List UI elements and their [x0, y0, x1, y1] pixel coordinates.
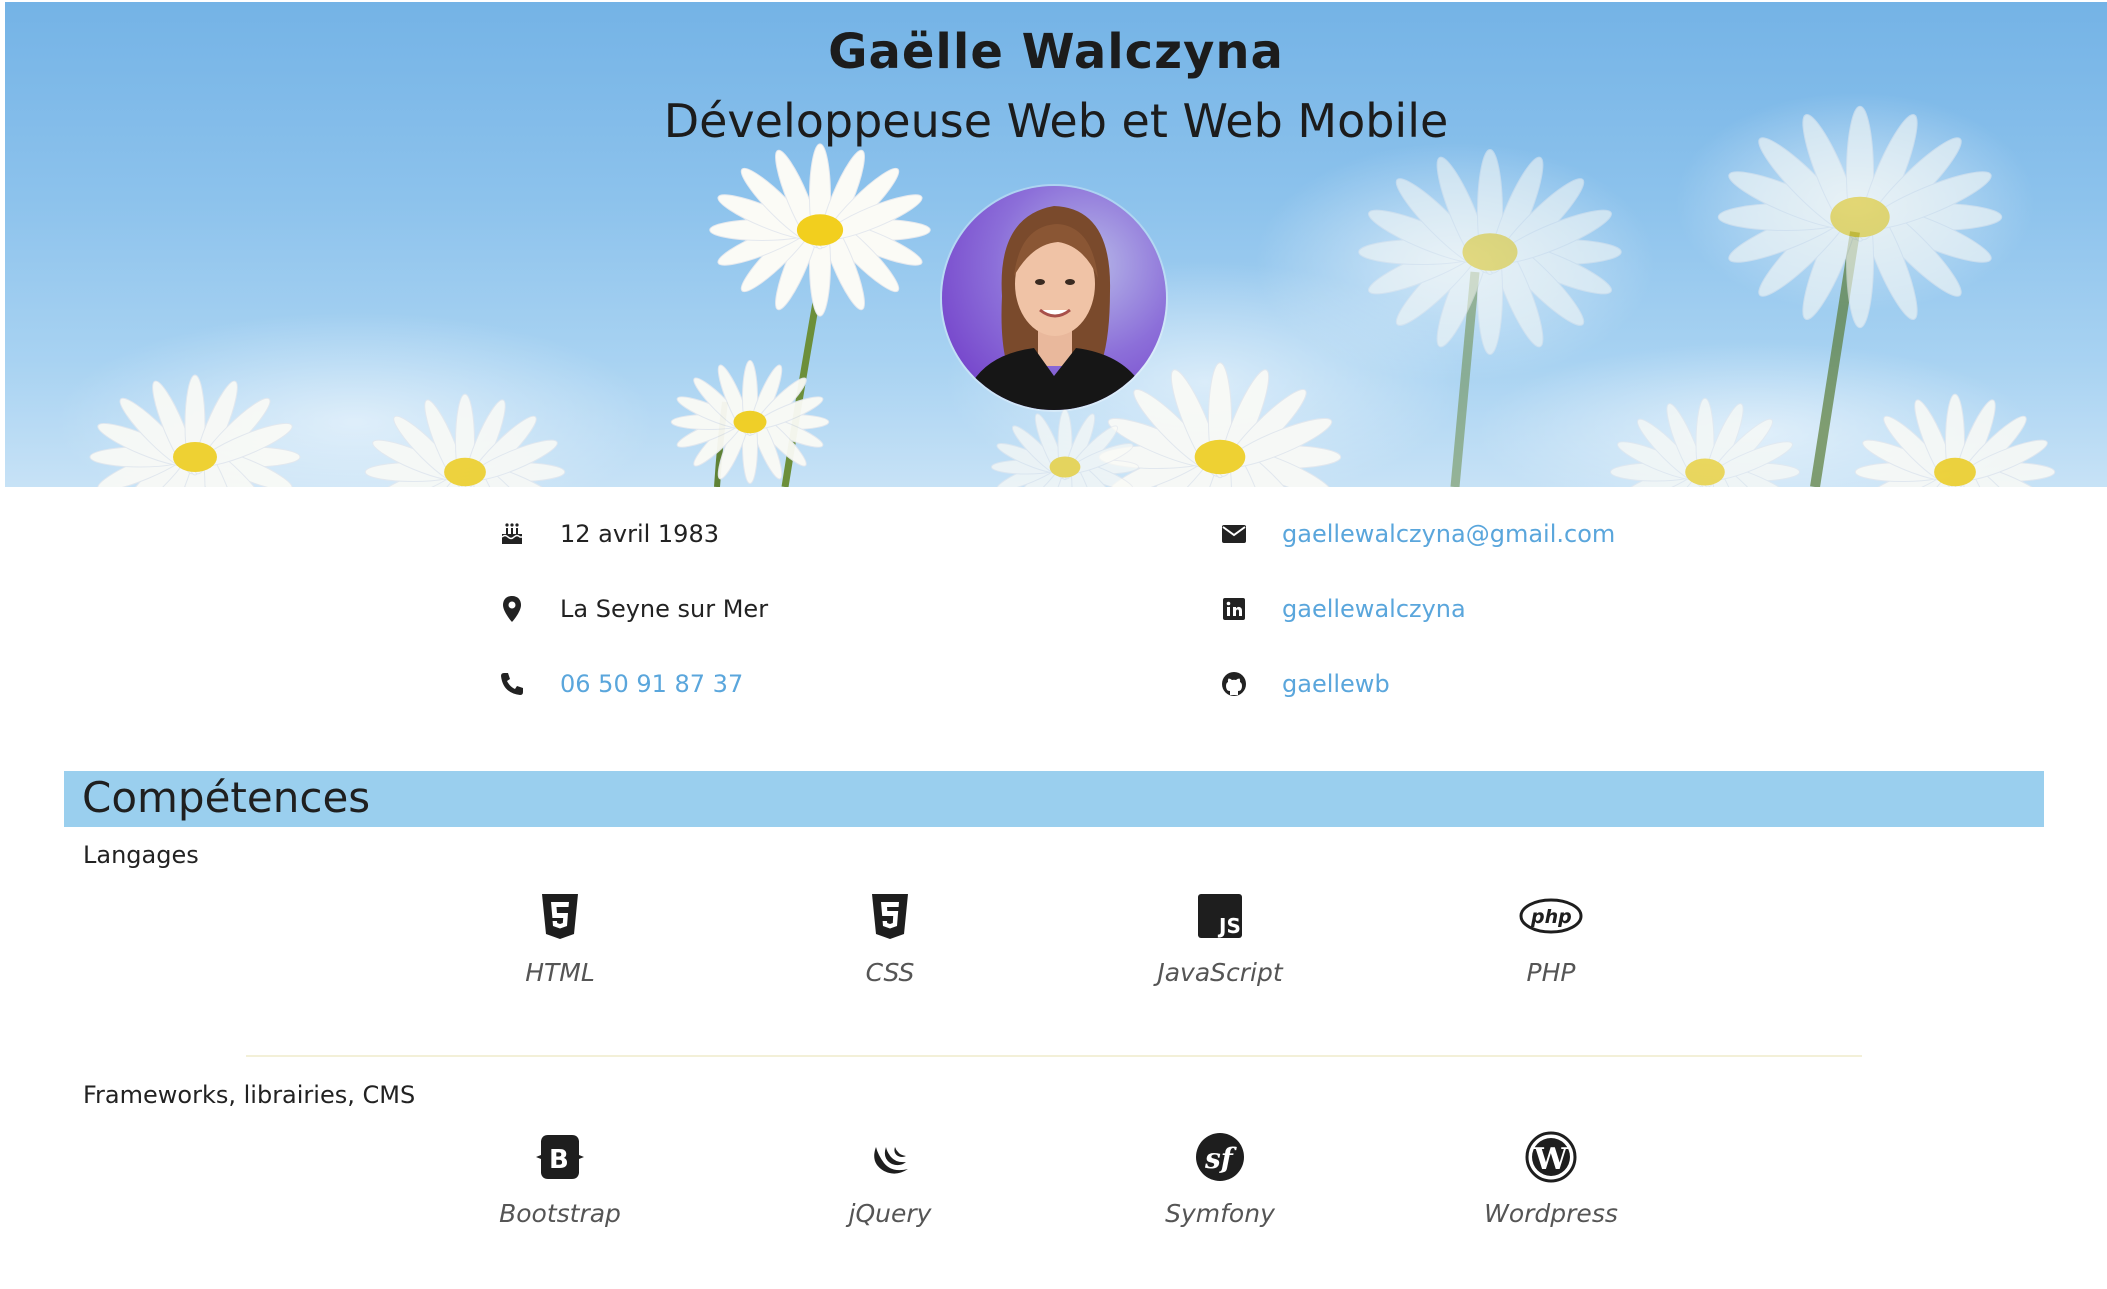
github-icon [1218, 668, 1250, 700]
contact-row: 12 avril 1983 [496, 514, 719, 554]
php-icon: php [1431, 888, 1671, 944]
contact-row[interactable]: gaellewalczyna [1218, 589, 1466, 629]
contact-text: La Seyne sur Mer [560, 595, 769, 623]
css3-icon [770, 888, 1010, 944]
daisy-flower [1854, 393, 2056, 487]
svg-text:B: B [549, 1145, 569, 1175]
skill-item: W Wordpress [1431, 1129, 1671, 1228]
svg-text:W: W [1533, 1142, 1569, 1177]
skill-item: HTML [440, 888, 680, 987]
phone-icon [496, 668, 528, 700]
skill-label: HTML [525, 958, 595, 987]
portrait-illustration [962, 206, 1152, 410]
bootstrap-icon: B [440, 1129, 680, 1185]
job-title: Développeuse Web et Web Mobile [663, 94, 1449, 148]
contact-link[interactable]: gaellewalczyna [1282, 595, 1466, 623]
skill-item: B Bootstrap [440, 1129, 680, 1228]
frameworks-heading: Frameworks, librairies, CMS [83, 1081, 416, 1109]
skill-item: php PHP [1431, 888, 1671, 987]
skill-label: Wordpress [1484, 1199, 1618, 1228]
contact-row[interactable]: gaellewb [1218, 664, 1390, 704]
skill-item: CSS [770, 888, 1010, 987]
profile-photo [942, 186, 1166, 410]
svg-text:sf: sf [1204, 1142, 1238, 1175]
person-name: Gaëlle Walczyna [828, 24, 1284, 80]
html5-icon [440, 888, 680, 944]
skill-label: PHP [1526, 958, 1576, 987]
skill-label: jQuery [848, 1199, 932, 1228]
envelope-icon [1218, 518, 1250, 550]
daisy-flower [709, 143, 931, 317]
wordpress-icon: W [1431, 1129, 1671, 1185]
daisy-flower [1610, 397, 1800, 487]
skill-label: Bootstrap [499, 1199, 621, 1228]
javascript-icon: JS [1100, 888, 1340, 944]
birthday-cake-icon [496, 518, 528, 550]
svg-text:JS: JS [1217, 914, 1241, 938]
daisy-flower [364, 393, 566, 487]
contact-link[interactable]: 06 50 91 87 37 [560, 670, 743, 698]
daisy-flower [89, 374, 301, 487]
skill-item: sf Symfony [1100, 1129, 1340, 1228]
contact-row[interactable]: 06 50 91 87 37 [496, 664, 743, 704]
section-divider [246, 1055, 1862, 1057]
daisy-flower [670, 360, 830, 484]
contact-link[interactable]: gaellewalczyna@gmail.com [1282, 520, 1615, 548]
header-banner: Gaëlle Walczyna Développeuse Web et Web … [5, 2, 2107, 487]
jquery-icon [770, 1129, 1010, 1185]
section-title: Compétences [82, 773, 371, 822]
contact-text: 12 avril 1983 [560, 520, 719, 548]
skill-item: jQuery [770, 1129, 1010, 1228]
contact-row: La Seyne sur Mer [496, 589, 768, 629]
skills-section-header: Compétences [64, 771, 2044, 827]
symfony-icon: sf [1100, 1129, 1340, 1185]
skill-label: CSS [865, 958, 915, 987]
contact-row[interactable]: gaellewalczyna@gmail.com [1218, 514, 1615, 554]
linkedin-icon [1218, 593, 1250, 625]
skill-label: Symfony [1165, 1199, 1275, 1228]
svg-text:php: php [1530, 906, 1572, 928]
skill-item: JS JavaScript [1100, 888, 1340, 987]
skill-label: JavaScript [1157, 958, 1283, 987]
contact-link[interactable]: gaellewb [1282, 670, 1390, 698]
languages-heading: Langages [83, 841, 199, 869]
daisy-flower [1358, 149, 1622, 355]
map-marker-icon [496, 593, 528, 625]
